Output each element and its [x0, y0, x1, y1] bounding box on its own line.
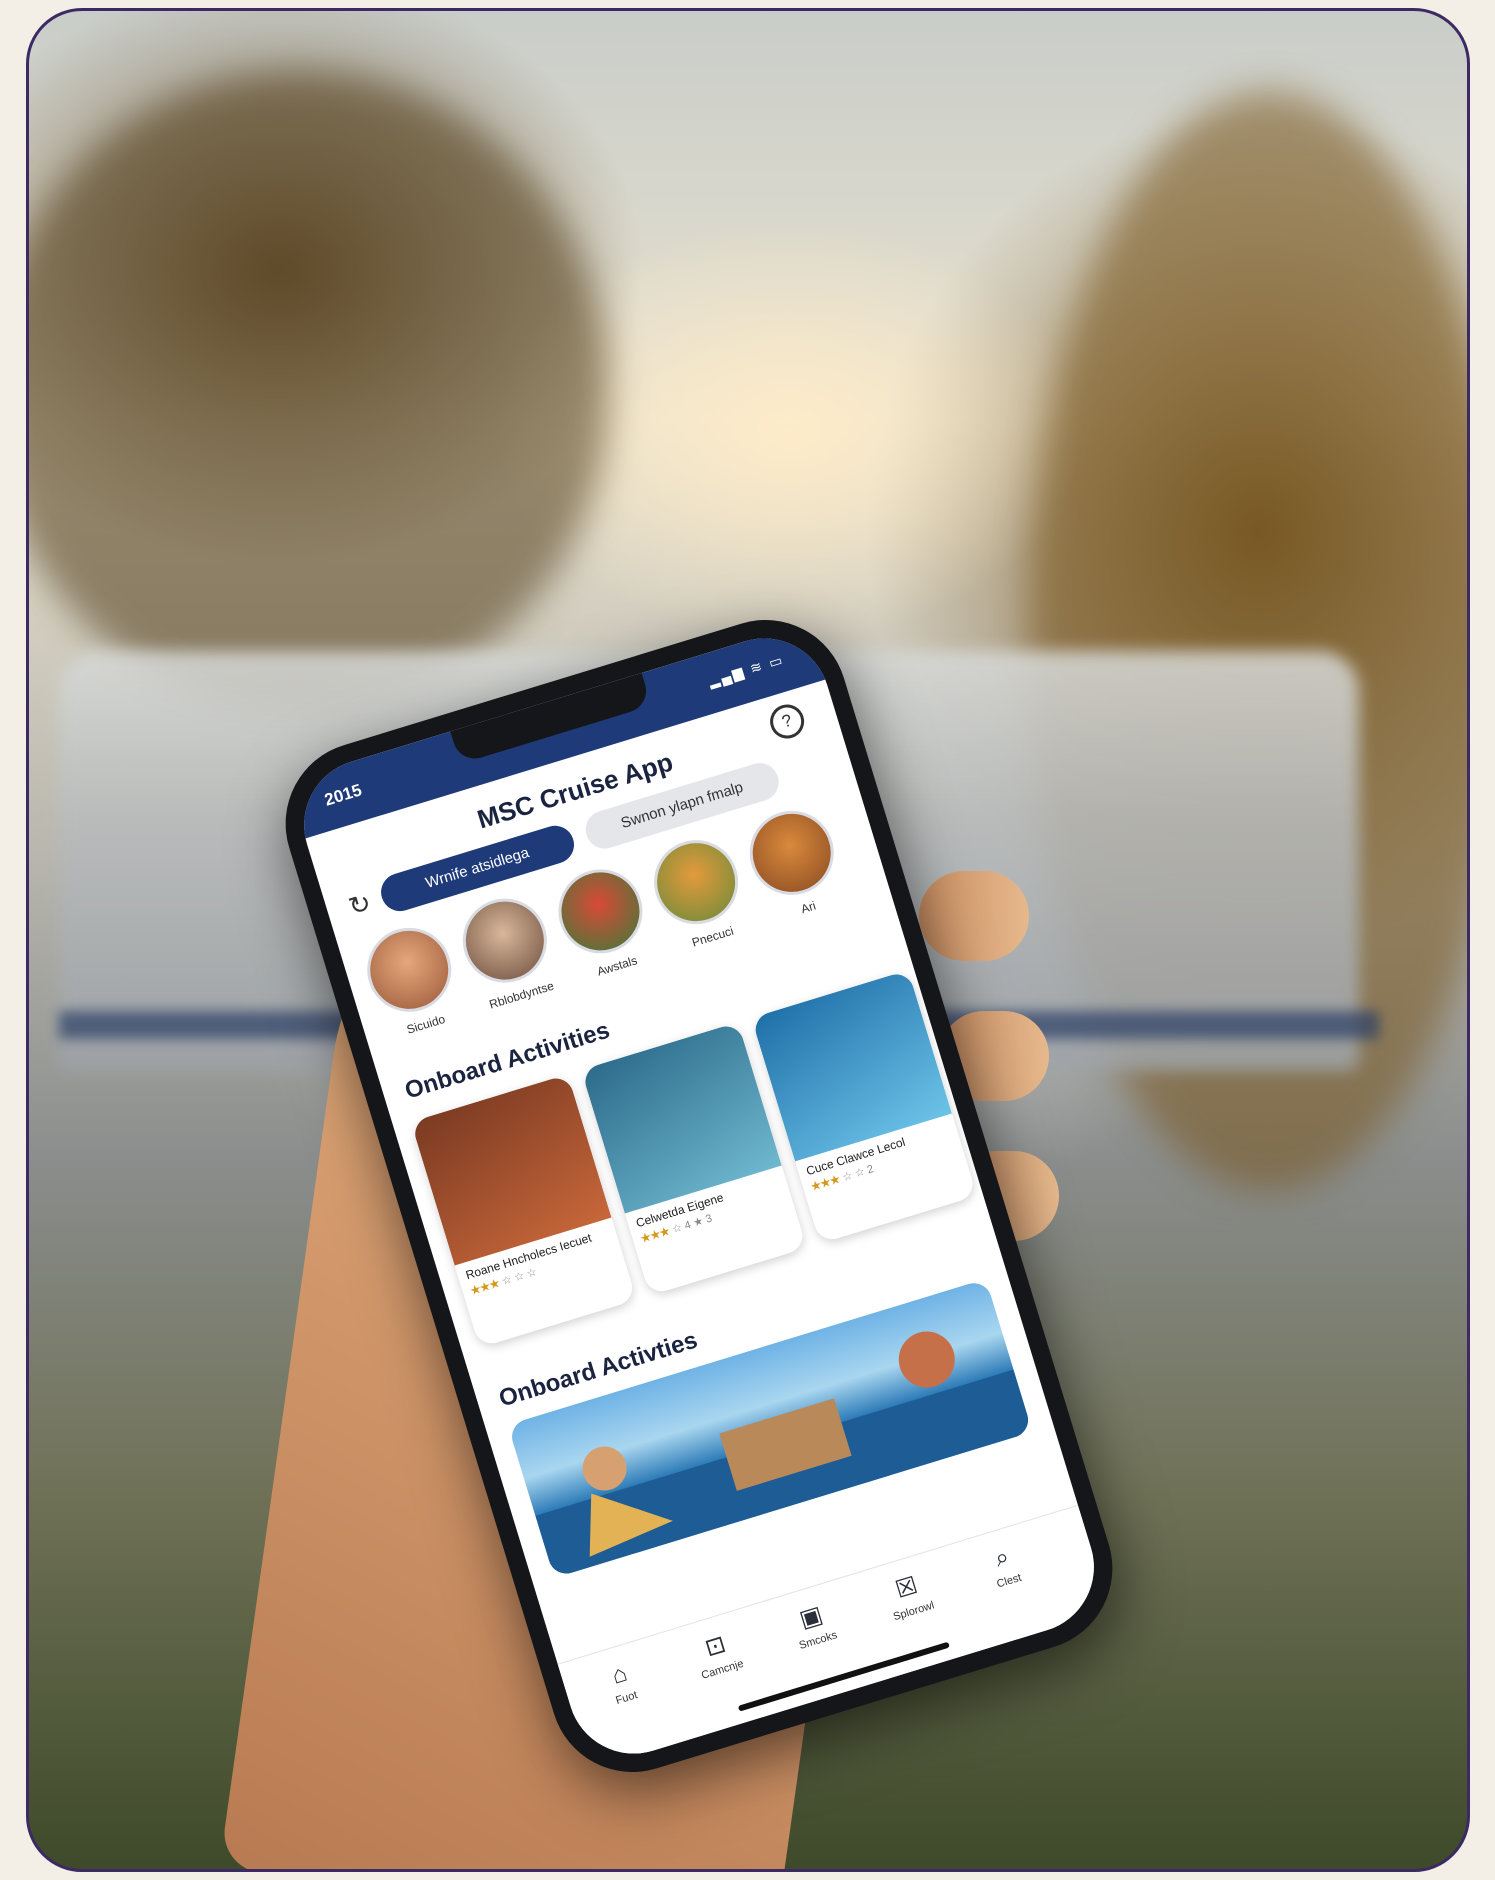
story-3[interactable]: Pnecuci [641, 829, 758, 957]
story-label: Rblobdyntse [487, 978, 556, 1012]
tab-2[interactable]: ▣ Smcoks [761, 1589, 866, 1660]
story-avatar [452, 888, 558, 994]
story-avatar [643, 829, 749, 935]
story-avatar [548, 858, 653, 964]
tab-1[interactable]: ⊡ Camcnje [665, 1618, 770, 1689]
story-label: Awstals [595, 953, 639, 979]
tab-3[interactable]: ☒ Splorowl [857, 1560, 962, 1631]
palm-left [29, 71, 609, 711]
status-icons: ▂▄▆ ≋ ▭ [706, 651, 786, 690]
story-label: Sicuido [405, 1011, 447, 1037]
story-2[interactable]: Awstals [545, 858, 662, 986]
story-4[interactable]: Ari [736, 800, 853, 928]
story-0[interactable]: Sicuido [354, 917, 471, 1045]
tab-0[interactable]: ⌂ Fuot [570, 1648, 675, 1718]
story-avatar [356, 917, 462, 1023]
story-label: Ari [799, 898, 818, 917]
home-indicator [737, 1641, 950, 1712]
status-time: 2015 [322, 780, 364, 810]
story-1[interactable]: Rblobdyntse [450, 887, 567, 1015]
refresh-icon[interactable]: ↻ [345, 887, 375, 923]
story-label: Pnecuci [690, 923, 736, 950]
finger-1 [919, 871, 1029, 961]
tab-4[interactable]: ⌕ Clest [952, 1531, 1057, 1601]
story-avatar [739, 800, 845, 906]
photo-frame: 2015 ▂▄▆ ≋ ▭ MSC Cruise App ? ↻ Wrnife a… [26, 8, 1470, 1872]
